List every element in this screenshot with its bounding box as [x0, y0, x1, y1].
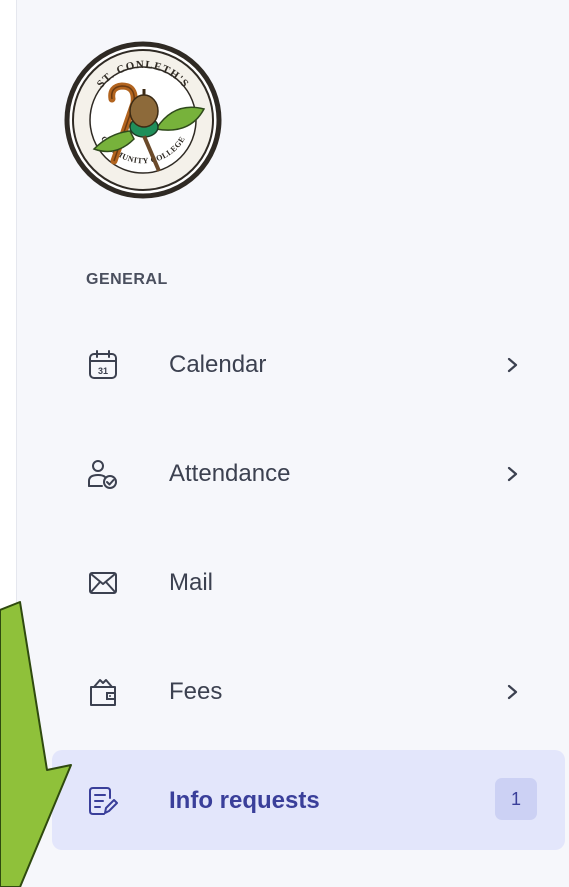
school-crest-icon: ST. CONLETH'S COMMUNITY COLLEGE	[64, 41, 222, 199]
section-title-general: GENERAL	[86, 271, 168, 288]
chevron-right-icon	[506, 679, 520, 705]
edit-document-icon	[88, 786, 118, 816]
chevron-right-icon	[506, 461, 520, 487]
nav-item-calendar[interactable]: 31 Calendar	[52, 314, 565, 414]
user-check-icon	[88, 459, 118, 489]
calendar-icon: 31	[88, 350, 118, 380]
nav-label-info-requests: Info requests	[169, 787, 320, 814]
nav-item-fees[interactable]: Fees	[52, 641, 565, 741]
nav-label-calendar: Calendar	[169, 351, 267, 378]
sidebar: ST. CONLETH'S COMMUNITY COLLEGE	[17, 0, 569, 887]
mail-icon	[88, 568, 118, 598]
app-window: ST. CONLETH'S COMMUNITY COLLEGE	[0, 0, 569, 887]
chevron-right-icon	[506, 352, 520, 378]
nav-item-mail[interactable]: Mail	[52, 532, 565, 632]
left-divider	[0, 0, 17, 887]
calendar-date-text: 31	[98, 366, 108, 376]
school-logo[interactable]: ST. CONLETH'S COMMUNITY COLLEGE	[64, 41, 222, 199]
nav-item-info-requests[interactable]: Info requests 1	[52, 750, 565, 850]
notification-badge: 1	[495, 778, 537, 820]
wallet-icon	[88, 677, 118, 707]
nav-label-fees: Fees	[169, 678, 223, 705]
nav-label-mail: Mail	[169, 569, 214, 596]
nav-item-attendance[interactable]: Attendance	[52, 423, 565, 523]
nav-label-attendance: Attendance	[169, 460, 291, 487]
